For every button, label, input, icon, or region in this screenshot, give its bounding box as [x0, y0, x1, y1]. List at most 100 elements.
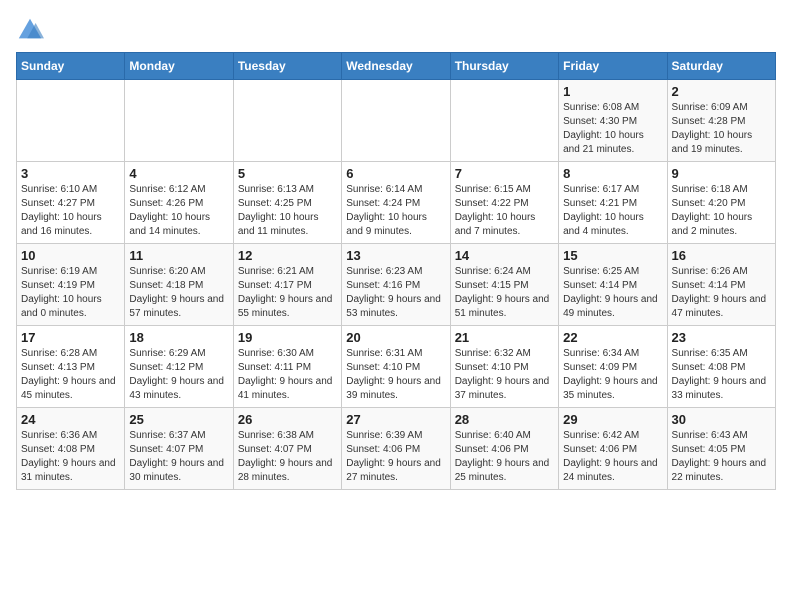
- day-number: 17: [21, 330, 120, 345]
- day-info: Sunrise: 6:26 AM Sunset: 4:14 PM Dayligh…: [672, 265, 771, 321]
- calendar-week-row: 10 Sunrise: 6:19 AM Sunset: 4:19 PM Dayli…: [17, 244, 776, 326]
- day-info: Sunrise: 6:12 AM Sunset: 4:26 PM Dayligh…: [129, 183, 228, 239]
- logo: [16, 16, 48, 44]
- day-info: Sunrise: 6:40 AM Sunset: 4:06 PM Dayligh…: [455, 429, 554, 485]
- calendar-cell: [450, 80, 558, 162]
- day-number: 4: [129, 166, 228, 181]
- calendar-cell: 23Sunrise: 6:35 AM Sunset: 4:08 PM Dayli…: [667, 326, 775, 408]
- weekday-header-tuesday: Tuesday: [233, 53, 341, 80]
- day-number: 10: [21, 248, 120, 263]
- day-info: Sunrise: 6:08 AM Sunset: 4:30 PM Dayligh…: [563, 101, 662, 157]
- day-number: 3: [21, 166, 120, 181]
- calendar-cell: 8 Sunrise: 6:17 AM Sunset: 4:21 PM Daylig…: [559, 162, 667, 244]
- day-info: Sunrise: 6:25 AM Sunset: 4:14 PM Dayligh…: [563, 265, 662, 321]
- day-number: 5: [238, 166, 337, 181]
- calendar-cell: [17, 80, 125, 162]
- day-number: 8: [563, 166, 662, 181]
- calendar-week-row: 17 Sunrise: 6:28 AM Sunset: 4:13 PM Dayli…: [17, 326, 776, 408]
- day-info: Sunrise: 6:20 AM Sunset: 4:18 PM Dayligh…: [129, 265, 228, 321]
- day-number: 25: [129, 412, 228, 427]
- calendar-week-row: 1Sunrise: 6:08 AM Sunset: 4:30 PM Daylig…: [17, 80, 776, 162]
- day-number: 9: [672, 166, 771, 181]
- day-number: 27: [346, 412, 445, 427]
- calendar-table: SundayMondayTuesdayWednesdayThursdayFrid…: [16, 52, 776, 490]
- day-info: Sunrise: 6:19 AM Sunset: 4:19 PM Dayligh…: [21, 265, 120, 321]
- day-info: Sunrise: 6:13 AM Sunset: 4:25 PM Dayligh…: [238, 183, 337, 239]
- calendar-cell: 15 Sunrise: 6:25 AM Sunset: 4:14 PM Dayli…: [559, 244, 667, 326]
- calendar-cell: 25 Sunrise: 6:37 AM Sunset: 4:07 PM Dayli…: [125, 408, 233, 490]
- day-number: 21: [455, 330, 554, 345]
- day-number: 22: [563, 330, 662, 345]
- day-number: 11: [129, 248, 228, 263]
- day-info: Sunrise: 6:15 AM Sunset: 4:22 PM Dayligh…: [455, 183, 554, 239]
- day-number: 16: [672, 248, 771, 263]
- page-header: [16, 16, 776, 44]
- day-number: 15: [563, 248, 662, 263]
- calendar-week-row: 3 Sunrise: 6:10 AM Sunset: 4:27 PM Daylig…: [17, 162, 776, 244]
- day-info: Sunrise: 6:36 AM Sunset: 4:08 PM Dayligh…: [21, 429, 120, 485]
- weekday-header-sunday: Sunday: [17, 53, 125, 80]
- day-info: Sunrise: 6:14 AM Sunset: 4:24 PM Dayligh…: [346, 183, 445, 239]
- day-info: Sunrise: 6:23 AM Sunset: 4:16 PM Dayligh…: [346, 265, 445, 321]
- weekday-header-friday: Friday: [559, 53, 667, 80]
- calendar-cell: 3 Sunrise: 6:10 AM Sunset: 4:27 PM Daylig…: [17, 162, 125, 244]
- calendar-cell: 1Sunrise: 6:08 AM Sunset: 4:30 PM Daylig…: [559, 80, 667, 162]
- calendar-cell: 28 Sunrise: 6:40 AM Sunset: 4:06 PM Dayli…: [450, 408, 558, 490]
- calendar-cell: 19 Sunrise: 6:30 AM Sunset: 4:11 PM Dayli…: [233, 326, 341, 408]
- calendar-cell: 18 Sunrise: 6:29 AM Sunset: 4:12 PM Dayli…: [125, 326, 233, 408]
- day-number: 14: [455, 248, 554, 263]
- day-number: 7: [455, 166, 554, 181]
- day-info: Sunrise: 6:29 AM Sunset: 4:12 PM Dayligh…: [129, 347, 228, 403]
- day-info: Sunrise: 6:09 AM Sunset: 4:28 PM Dayligh…: [672, 101, 771, 157]
- day-info: Sunrise: 6:28 AM Sunset: 4:13 PM Dayligh…: [21, 347, 120, 403]
- calendar-cell: 26Sunrise: 6:38 AM Sunset: 4:07 PM Dayli…: [233, 408, 341, 490]
- calendar-cell: 12Sunrise: 6:21 AM Sunset: 4:17 PM Dayli…: [233, 244, 341, 326]
- day-number: 28: [455, 412, 554, 427]
- calendar-cell: [125, 80, 233, 162]
- day-number: 12: [238, 248, 337, 263]
- calendar-cell: 6 Sunrise: 6:14 AM Sunset: 4:24 PM Daylig…: [342, 162, 450, 244]
- day-number: 24: [21, 412, 120, 427]
- calendar-cell: 27Sunrise: 6:39 AM Sunset: 4:06 PM Dayli…: [342, 408, 450, 490]
- day-number: 18: [129, 330, 228, 345]
- day-info: Sunrise: 6:35 AM Sunset: 4:08 PM Dayligh…: [672, 347, 771, 403]
- calendar-cell: 14 Sunrise: 6:24 AM Sunset: 4:15 PM Dayli…: [450, 244, 558, 326]
- calendar-cell: 11 Sunrise: 6:20 AM Sunset: 4:18 PM Dayli…: [125, 244, 233, 326]
- logo-icon: [16, 16, 44, 44]
- day-info: Sunrise: 6:32 AM Sunset: 4:10 PM Dayligh…: [455, 347, 554, 403]
- calendar-cell: 17 Sunrise: 6:28 AM Sunset: 4:13 PM Dayli…: [17, 326, 125, 408]
- day-info: Sunrise: 6:30 AM Sunset: 4:11 PM Dayligh…: [238, 347, 337, 403]
- day-number: 29: [563, 412, 662, 427]
- calendar-cell: 16 Sunrise: 6:26 AM Sunset: 4:14 PM Dayli…: [667, 244, 775, 326]
- calendar-cell: [233, 80, 341, 162]
- day-number: 13: [346, 248, 445, 263]
- day-number: 6: [346, 166, 445, 181]
- calendar-cell: 13 Sunrise: 6:23 AM Sunset: 4:16 PM Dayli…: [342, 244, 450, 326]
- day-info: Sunrise: 6:42 AM Sunset: 4:06 PM Dayligh…: [563, 429, 662, 485]
- day-info: Sunrise: 6:31 AM Sunset: 4:10 PM Dayligh…: [346, 347, 445, 403]
- calendar-cell: 29 Sunrise: 6:42 AM Sunset: 4:06 PM Dayli…: [559, 408, 667, 490]
- calendar-cell: 2Sunrise: 6:09 AM Sunset: 4:28 PM Daylig…: [667, 80, 775, 162]
- calendar-cell: 22 Sunrise: 6:34 AM Sunset: 4:09 PM Dayli…: [559, 326, 667, 408]
- day-number: 19: [238, 330, 337, 345]
- calendar-cell: 24 Sunrise: 6:36 AM Sunset: 4:08 PM Dayli…: [17, 408, 125, 490]
- day-info: Sunrise: 6:38 AM Sunset: 4:07 PM Dayligh…: [238, 429, 337, 485]
- weekday-header-wednesday: Wednesday: [342, 53, 450, 80]
- day-info: Sunrise: 6:17 AM Sunset: 4:21 PM Dayligh…: [563, 183, 662, 239]
- day-info: Sunrise: 6:43 AM Sunset: 4:05 PM Dayligh…: [672, 429, 771, 485]
- day-info: Sunrise: 6:37 AM Sunset: 4:07 PM Dayligh…: [129, 429, 228, 485]
- calendar-cell: 21 Sunrise: 6:32 AM Sunset: 4:10 PM Dayli…: [450, 326, 558, 408]
- weekday-header-monday: Monday: [125, 53, 233, 80]
- calendar-cell: 30 Sunrise: 6:43 AM Sunset: 4:05 PM Dayli…: [667, 408, 775, 490]
- weekday-header-thursday: Thursday: [450, 53, 558, 80]
- day-info: Sunrise: 6:34 AM Sunset: 4:09 PM Dayligh…: [563, 347, 662, 403]
- calendar-cell: 4 Sunrise: 6:12 AM Sunset: 4:26 PM Daylig…: [125, 162, 233, 244]
- day-number: 30: [672, 412, 771, 427]
- calendar-week-row: 24 Sunrise: 6:36 AM Sunset: 4:08 PM Dayli…: [17, 408, 776, 490]
- calendar-cell: 10 Sunrise: 6:19 AM Sunset: 4:19 PM Dayli…: [17, 244, 125, 326]
- day-number: 20: [346, 330, 445, 345]
- calendar-cell: [342, 80, 450, 162]
- day-info: Sunrise: 6:24 AM Sunset: 4:15 PM Dayligh…: [455, 265, 554, 321]
- calendar-cell: 5 Sunrise: 6:13 AM Sunset: 4:25 PM Daylig…: [233, 162, 341, 244]
- day-info: Sunrise: 6:10 AM Sunset: 4:27 PM Dayligh…: [21, 183, 120, 239]
